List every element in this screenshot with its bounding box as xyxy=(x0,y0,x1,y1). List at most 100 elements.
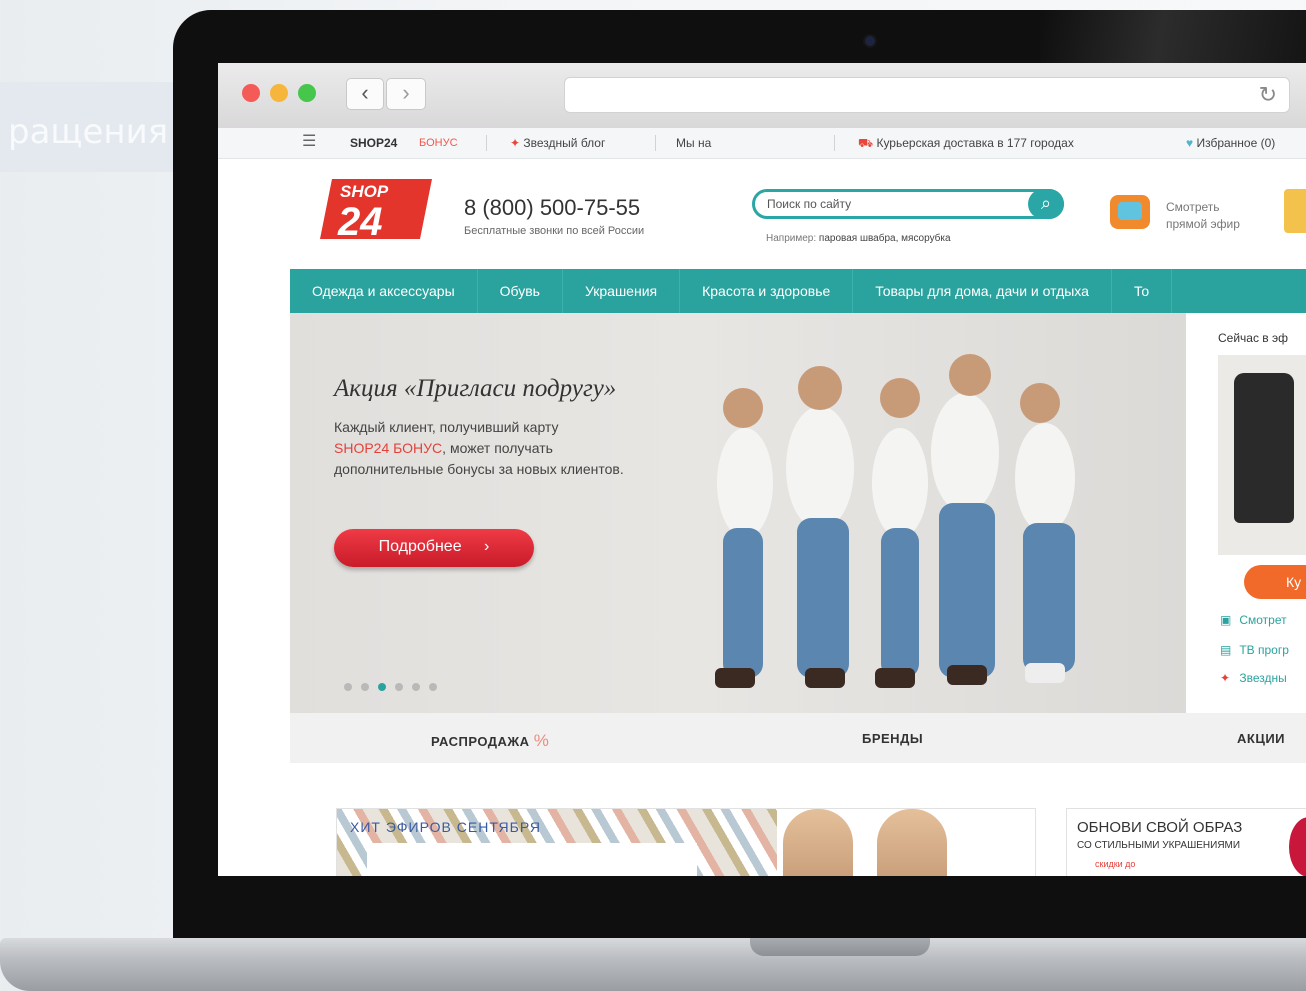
laptop-screen: ‹ › ↻ ☰ SHOP24 БОНУС ✦ Звездный блог Мы … xyxy=(218,63,1306,876)
search-hint-label: Например: xyxy=(766,233,817,244)
shop24-logo[interactable]: SHOP 24 xyxy=(320,177,432,241)
screen-icon: ▣ xyxy=(1220,613,1232,627)
slide-dot[interactable] xyxy=(361,683,369,691)
live-line2: прямой эфир xyxy=(1166,217,1240,231)
slide-dot[interactable] xyxy=(412,683,420,691)
chevron-right-icon: › xyxy=(484,538,490,555)
banner-card xyxy=(367,843,697,876)
star-icon: ✦ xyxy=(510,136,521,150)
slide-dot-active[interactable] xyxy=(378,683,386,691)
nav-shoes[interactable]: Обувь xyxy=(478,269,563,313)
browser-toolbar: ‹ › ↻ xyxy=(218,63,1306,715)
star-icon: ✦ xyxy=(1220,671,1231,685)
section-tabs: РАСПРОДАЖА % БРЕНДЫ АКЦИИ xyxy=(290,713,1306,763)
minimize-window-button[interactable] xyxy=(270,84,288,102)
truck-icon: ⛟ xyxy=(858,136,874,150)
tv-program-link[interactable]: ▤ ТВ прогр xyxy=(1220,643,1289,657)
more-button[interactable]: Подробнее › xyxy=(334,529,534,567)
percent-icon: % xyxy=(533,731,550,750)
watch-link[interactable]: ▣ Смотрет xyxy=(1220,613,1287,627)
tv-program-label: ТВ прогр xyxy=(1239,643,1289,657)
site-top-bar: ☰ SHOP24 БОНУС ✦ Звездный блог Мы на ⛟ К… xyxy=(218,128,1306,159)
address-bar[interactable]: ↻ xyxy=(564,77,1290,113)
bonus-card-link[interactable]: SHOP24 БОНУС xyxy=(334,440,442,456)
hero-slider: Акция «Пригласи подругу» Каждый клиент, … xyxy=(290,313,1186,713)
nav-beauty[interactable]: Красота и здоровье xyxy=(680,269,854,313)
search-hint-examples[interactable]: паровая швабра, мясорубка xyxy=(819,233,951,244)
search-button[interactable]: ⌕ xyxy=(1028,189,1064,219)
tv-icon[interactable] xyxy=(1110,195,1150,229)
model-photo xyxy=(877,809,947,876)
search-box[interactable]: Поиск по сайту ⌕ xyxy=(752,189,1064,219)
cart-bag-icon[interactable] xyxy=(1284,189,1306,233)
tab-sale-label: РАСПРОДАЖА xyxy=(431,734,530,749)
favorites-label: Избранное (0) xyxy=(1196,136,1276,150)
banner2-subtitle: СО СТИЛЬНЫМИ УКРАШЕНИЯМИ xyxy=(1077,840,1241,851)
reload-icon[interactable]: ↻ xyxy=(1259,82,1277,108)
slide-dot[interactable] xyxy=(344,683,352,691)
slider-pagination xyxy=(344,683,437,691)
favorites-link[interactable]: ♥ Избранное (0) xyxy=(1186,136,1275,150)
flower-decoration xyxy=(1289,817,1306,876)
search-input[interactable]: Поиск по сайту xyxy=(767,197,851,211)
nav-jewelry[interactable]: Украшения xyxy=(563,269,681,313)
tab-sale[interactable]: РАСПРОДАЖА % xyxy=(431,731,549,751)
nav-home[interactable]: Товары для дома, дачи и отдыха xyxy=(853,269,1112,313)
delivery-label: Курьерская доставка в 177 городах xyxy=(876,136,1074,150)
hamburger-menu-icon[interactable]: ☰ xyxy=(302,134,316,150)
nav-clothing[interactable]: Одежда и аксессуары xyxy=(290,269,478,313)
back-button[interactable]: ‹ xyxy=(346,78,384,110)
site-header: SHOP 24 8 (800) 500-75-55 Бесплатные зво… xyxy=(290,159,1306,269)
laptop-base xyxy=(0,938,1306,991)
logo-line2: 24 xyxy=(337,200,383,241)
tab-brands[interactable]: БРЕНДЫ xyxy=(862,731,923,746)
star-blog-link[interactable]: ✦ Звездны xyxy=(1220,671,1287,685)
category-nav: Одежда и аксессуары Обувь Украшения Крас… xyxy=(290,269,1306,313)
forward-button[interactable]: › xyxy=(386,78,426,110)
promo-area: ХИТ ЭФИРОВ СЕНТЯБРЯ ОБНОВИ СВОЙ ОБРАЗ СО… xyxy=(290,763,1306,876)
zoom-window-button[interactable] xyxy=(298,84,316,102)
social-link[interactable]: Мы на xyxy=(676,136,711,150)
close-window-button[interactable] xyxy=(242,84,260,102)
topbar-bonus-link[interactable]: БОНУС xyxy=(419,137,458,149)
boot-image xyxy=(1234,373,1294,523)
search-icon: ⌕ xyxy=(1040,193,1052,213)
live-broadcast-link[interactable]: Смотреть прямой эфир xyxy=(1166,199,1276,233)
watch-link-label: Смотрет xyxy=(1239,613,1287,627)
nav-more[interactable]: То xyxy=(1112,269,1173,313)
phone-note: Бесплатные звонки по всей России xyxy=(464,225,645,237)
blog-label: Звездный блог xyxy=(523,136,606,150)
hero-people-photo xyxy=(715,354,1075,688)
hero-text-part1: Каждый клиент, получивший карту xyxy=(334,419,559,435)
background-ghost-text: ращения xyxy=(8,112,169,152)
blog-link[interactable]: ✦ Звездный блог xyxy=(510,136,605,150)
tab-promos[interactable]: АКЦИИ xyxy=(1237,731,1285,746)
topbar-logo[interactable]: SHOP24 xyxy=(350,136,397,150)
slide-dot[interactable] xyxy=(429,683,437,691)
divider xyxy=(655,135,656,151)
slide-dot[interactable] xyxy=(395,683,403,691)
logo-line1: SHOP xyxy=(340,182,389,201)
star-blog-label: Звездны xyxy=(1239,671,1287,685)
tv-guide-icon: ▤ xyxy=(1220,643,1232,657)
buy-button[interactable]: Ку xyxy=(1244,565,1306,599)
search-hint: Например: паровая швабра, мясорубка xyxy=(766,233,951,244)
phone-number[interactable]: 8 (800) 500-75-55 xyxy=(464,195,640,221)
more-button-label: Подробнее xyxy=(378,538,462,555)
promo-banner-jewelry[interactable]: ОБНОВИ СВОЙ ОБРАЗ СО СТИЛЬНЫМИ УКРАШЕНИЯ… xyxy=(1066,808,1306,876)
now-on-air-panel: Сейчас в эф Ку ▣ Смотрет ▤ ТВ прогр ✦ Зв… xyxy=(1186,313,1306,713)
divider xyxy=(486,135,487,151)
hero-title: Акция «Пригласи подругу» xyxy=(334,375,617,402)
hero-description: Каждый клиент, получивший карту SHOP24 Б… xyxy=(334,417,624,480)
divider xyxy=(834,135,835,151)
heart-icon: ♥ xyxy=(1186,136,1194,150)
live-line1: Смотреть xyxy=(1166,200,1220,214)
model-photo xyxy=(783,809,853,876)
promo-banner-hits-text: ХИТ ЭФИРОВ СЕНТЯБРЯ xyxy=(350,819,541,835)
camera-icon xyxy=(865,36,875,46)
banner2-discount-tag: скидки до xyxy=(1095,859,1136,869)
banner2-title: ОБНОВИ СВОЙ ОБРАЗ xyxy=(1077,819,1243,836)
delivery-link[interactable]: ⛟ Курьерская доставка в 177 городах xyxy=(858,136,1074,152)
laptop-notch xyxy=(750,938,930,956)
now-on-air-title: Сейчас в эф xyxy=(1218,331,1289,345)
